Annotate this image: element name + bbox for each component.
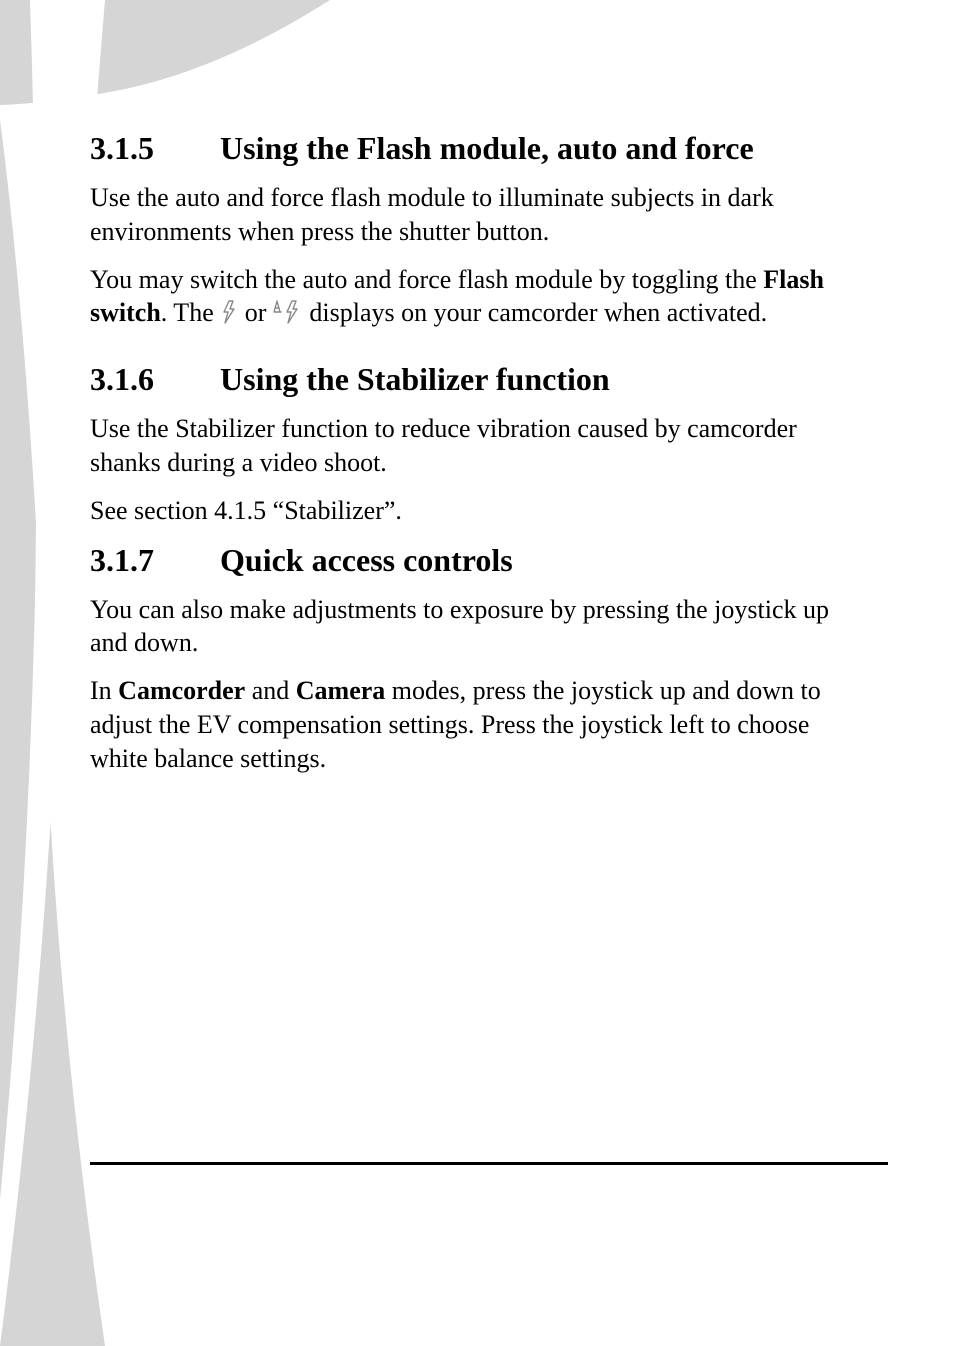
text-run: displays on your camcorder when activate… bbox=[303, 298, 767, 327]
footer-divider bbox=[90, 1162, 888, 1165]
text-run: . The bbox=[161, 298, 220, 327]
text-run: You may switch the auto and force flash … bbox=[90, 265, 763, 294]
paragraph: You can also make adjustments to exposur… bbox=[90, 593, 864, 661]
paragraph: Use the Stabilizer function to reduce vi… bbox=[90, 412, 864, 480]
section-3-1-5: 3.1.5 Using the Flash module, auto and f… bbox=[90, 130, 864, 333]
text-run: In bbox=[90, 676, 118, 705]
paragraph: You may switch the auto and force flash … bbox=[90, 263, 864, 334]
text-run: or bbox=[238, 298, 273, 327]
paragraph: Use the auto and force flash module to i… bbox=[90, 181, 864, 249]
page-content: 3.1.5 Using the Flash module, auto and f… bbox=[0, 0, 954, 776]
heading-3-1-7: 3.1.7 Quick access controls bbox=[90, 542, 864, 579]
paragraph: In Camcorder and Camera modes, press the… bbox=[90, 674, 864, 775]
text-run: and bbox=[245, 676, 296, 705]
section-title: Using the Flash module, auto and force bbox=[220, 130, 754, 167]
heading-3-1-6: 3.1.6 Using the Stabilizer function bbox=[90, 361, 864, 398]
flash-force-icon bbox=[220, 299, 238, 333]
section-title: Using the Stabilizer function bbox=[220, 361, 610, 398]
section-3-1-6: 3.1.6 Using the Stabilizer function Use … bbox=[90, 361, 864, 527]
flash-auto-icon bbox=[273, 299, 303, 333]
section-number: 3.1.7 bbox=[90, 542, 220, 579]
section-title: Quick access controls bbox=[220, 542, 513, 579]
section-number: 3.1.5 bbox=[90, 130, 220, 167]
camera-mode-label: Camera bbox=[296, 676, 386, 705]
camcorder-mode-label: Camcorder bbox=[118, 676, 245, 705]
section-number: 3.1.6 bbox=[90, 361, 220, 398]
section-3-1-7: 3.1.7 Quick access controls You can also… bbox=[90, 542, 864, 776]
paragraph: See section 4.1.5 “Stabilizer”. bbox=[90, 494, 864, 528]
heading-3-1-5: 3.1.5 Using the Flash module, auto and f… bbox=[90, 130, 864, 167]
